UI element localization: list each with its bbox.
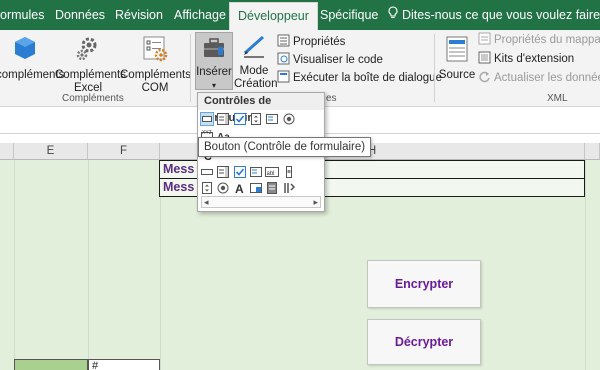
activex-button-icon[interactable] bbox=[200, 165, 214, 179]
design-mode-icon bbox=[234, 33, 274, 63]
activex-combo-icon[interactable] bbox=[216, 165, 230, 179]
source-label: Source bbox=[438, 69, 476, 81]
group-label-xml: XML bbox=[547, 93, 568, 104]
lightbulb-icon bbox=[388, 0, 398, 30]
grid-line bbox=[585, 160, 586, 370]
kits-extension-label: Kits d'extension bbox=[494, 53, 575, 65]
ribbon-tab-strip: ormules Données Révision Affichage Dével… bbox=[0, 0, 600, 30]
properties-icon bbox=[277, 34, 290, 47]
scroll-right-icon[interactable]: ▸ bbox=[313, 197, 318, 207]
tell-me-text: Dites-nous ce que vous voulez faire bbox=[402, 8, 600, 22]
option-button-icon[interactable] bbox=[282, 112, 296, 126]
encrypter-button[interactable]: Encrypter bbox=[367, 260, 481, 308]
proprietes-label: Propriétés bbox=[293, 36, 346, 48]
toolbox-icon bbox=[196, 36, 232, 64]
visualiser-code-label: Visualiser le code bbox=[293, 54, 383, 66]
column-header[interactable] bbox=[0, 143, 14, 160]
group-divider bbox=[434, 34, 435, 102]
activex-image-icon[interactable] bbox=[249, 181, 263, 195]
label-cell-green[interactable] bbox=[14, 359, 88, 370]
complements-excel-button[interactable]: Compléments Excel bbox=[55, 35, 126, 95]
complements-com-label-2: COM bbox=[141, 82, 169, 94]
refresh-icon bbox=[478, 70, 491, 83]
activex-controls-row-2: A bbox=[198, 181, 324, 197]
activex-controls-row-1: abl bbox=[198, 165, 324, 181]
mode-creation-button[interactable]: Mode Création bbox=[234, 33, 278, 91]
inserer-label: Insérer bbox=[196, 66, 232, 78]
tab-donnees[interactable]: Données bbox=[55, 0, 105, 30]
run-dialog-icon bbox=[277, 70, 290, 83]
decrypter-button[interactable]: Décrypter bbox=[367, 319, 481, 365]
button-control-icon[interactable] bbox=[200, 112, 214, 126]
value-cell-text: # bbox=[92, 360, 99, 370]
com-addin-icon bbox=[120, 35, 190, 67]
xml-source-icon bbox=[438, 35, 476, 67]
complements-excel-label-1: Compléments bbox=[55, 69, 126, 81]
group-label-controles: es bbox=[326, 93, 337, 104]
button-tooltip: Bouton (Contrôle de formulaire) bbox=[198, 137, 372, 157]
actualiser-donnees-label: Actualiser les données bbox=[494, 72, 600, 84]
value-cell[interactable]: # bbox=[88, 359, 160, 370]
gear-icon bbox=[55, 35, 121, 67]
inserer-button[interactable]: Insérer ▾ bbox=[195, 32, 233, 90]
tab-specifique[interactable]: Spécifique bbox=[320, 0, 378, 30]
proprietes-mappage-label: Propriétés du mappage bbox=[494, 34, 600, 46]
grid-line bbox=[14, 160, 15, 370]
form-controls-header: Contrôles de formulaire bbox=[198, 93, 324, 124]
addins-cube-icon bbox=[0, 35, 54, 67]
complements-com-label-1: Compléments bbox=[120, 69, 191, 81]
visualiser-code-button[interactable]: Visualiser le code bbox=[277, 52, 383, 68]
activex-checkbox-icon[interactable] bbox=[233, 165, 247, 179]
complements-com-button[interactable]: Compléments COM bbox=[120, 35, 191, 95]
activex-option-icon[interactable] bbox=[216, 181, 230, 195]
combo-box-icon[interactable] bbox=[216, 112, 230, 126]
activex-listbox-icon[interactable] bbox=[249, 165, 263, 179]
activex-scrollbar-icon[interactable] bbox=[282, 165, 296, 179]
kits-extension-button[interactable]: Kits d'extension bbox=[478, 51, 574, 67]
tab-formules[interactable]: ormules bbox=[0, 0, 44, 30]
column-header[interactable] bbox=[585, 143, 600, 160]
checkbox-icon[interactable] bbox=[233, 112, 247, 126]
mode-creation-label-2: Création bbox=[234, 78, 278, 90]
tab-affichage[interactable]: Affichage bbox=[174, 0, 226, 30]
source-button[interactable]: Source bbox=[438, 35, 476, 82]
message-cell-2-text: Mess bbox=[163, 180, 195, 194]
map-properties-icon bbox=[478, 32, 491, 45]
more-controls-icon[interactable] bbox=[282, 181, 296, 195]
svg-text:A: A bbox=[235, 182, 244, 195]
message-cell-1-text: Mess bbox=[163, 162, 195, 176]
proprietes-button[interactable]: Propriétés bbox=[277, 34, 345, 50]
actualiser-donnees-button[interactable]: Actualiser les données bbox=[478, 70, 600, 86]
spin-button-icon[interactable] bbox=[249, 112, 263, 126]
list-box-icon[interactable] bbox=[265, 112, 279, 126]
activex-label-icon[interactable]: A bbox=[233, 181, 247, 196]
group-label-complements: Compléments bbox=[62, 93, 124, 104]
tell-me-search[interactable]: Dites-nous ce que vous voulez faire bbox=[388, 0, 600, 30]
complements-button[interactable]: compléments bbox=[0, 35, 64, 82]
activex-textbox-icon[interactable]: abl bbox=[265, 165, 279, 179]
column-header-f[interactable]: F bbox=[88, 143, 160, 160]
form-controls-row-1 bbox=[198, 112, 324, 128]
dropdown-scrollbar[interactable]: ◂ ▸ bbox=[201, 196, 321, 208]
svg-text:abl: abl bbox=[267, 171, 275, 177]
expansion-pack-icon bbox=[478, 51, 491, 64]
executer-boite-label: Exécuter la boîte de dialogue bbox=[293, 72, 442, 84]
tab-developpeur[interactable]: Développeur bbox=[229, 2, 318, 30]
tab-revision[interactable]: Révision bbox=[115, 0, 163, 30]
activex-spin-icon[interactable] bbox=[200, 181, 214, 195]
group-divider bbox=[190, 34, 191, 102]
executer-boite-button[interactable]: Exécuter la boîte de dialogue bbox=[277, 70, 442, 86]
scroll-left-icon[interactable]: ◂ bbox=[204, 197, 209, 207]
column-header-e[interactable]: E bbox=[14, 143, 88, 160]
view-code-icon bbox=[277, 52, 290, 65]
grid-line bbox=[88, 160, 89, 370]
activex-toggle-icon[interactable] bbox=[265, 181, 279, 195]
mode-creation-label-1: Mode bbox=[239, 65, 269, 77]
svg-text:XYZ: XYZ bbox=[202, 130, 212, 136]
proprietes-mappage-button[interactable]: Propriétés du mappage bbox=[478, 32, 600, 48]
chevron-down-icon: ▾ bbox=[211, 81, 216, 90]
